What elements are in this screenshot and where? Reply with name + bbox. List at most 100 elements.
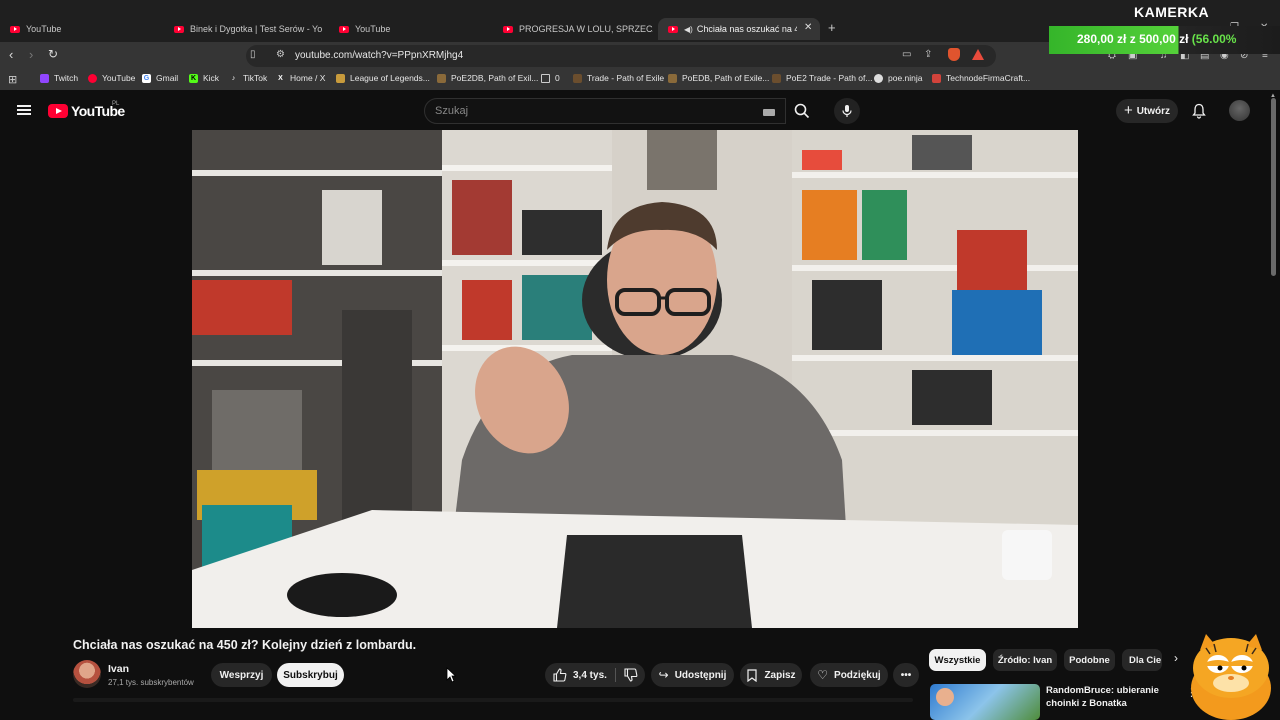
close-tab-icon[interactable]: ✕ (804, 22, 812, 33)
back-icon[interactable]: ‹ (9, 47, 13, 62)
ninja-icon (874, 73, 883, 83)
poe-icon (772, 73, 781, 83)
create-button[interactable]: + Utwórz (1116, 99, 1178, 123)
twitch-icon (40, 73, 49, 83)
support-button[interactable]: Wesprzyj (211, 663, 272, 687)
like-button[interactable]: 3,4 tys. (553, 668, 607, 682)
microphone-icon (842, 105, 852, 117)
thumbs-up-icon (553, 668, 567, 682)
bookmark-kick[interactable]: K Kick (189, 73, 219, 83)
youtube-favicon-icon (10, 25, 20, 33)
recommended-video-thumbnail[interactable] (930, 684, 1040, 720)
save-button[interactable]: Zapisz (740, 663, 802, 687)
garfield-mascot-icon (1191, 634, 1271, 720)
youtube-favicon-icon (339, 25, 349, 33)
bookmark-gmail[interactable]: G Gmail (142, 73, 178, 83)
folder-icon (541, 73, 550, 83)
like-dislike-group: 3,4 tys. (545, 663, 645, 687)
browser-tab[interactable]: PROGRESJA W LOLU, SPRZECZKI Z R (493, 18, 653, 40)
tiktok-icon: ♪ (231, 74, 236, 82)
speaker-icon[interactable]: ◀) (684, 25, 693, 34)
chip-source[interactable]: Źródło: Ivan (993, 649, 1057, 671)
keyboard-icon[interactable] (763, 109, 775, 116)
voice-search-button[interactable] (834, 98, 860, 124)
bookmark-technode[interactable]: TechnodeFirmaCraft... (932, 73, 1030, 83)
bookmark-lol[interactable]: League of Legends... (336, 73, 430, 83)
youtube-header: YouTube PL + Utwórz (0, 92, 1280, 130)
technode-icon (932, 73, 941, 83)
brave-shield-icon[interactable] (948, 48, 960, 61)
reload-icon[interactable]: ↻ (48, 47, 58, 61)
recommended-video-title[interactable]: RandomBruce: ubieranie choinki z Bonatka (1046, 684, 1176, 710)
bookmark-twitch[interactable]: Twitch (40, 73, 78, 83)
more-actions-button[interactable]: ••• (893, 663, 919, 687)
apps-grid-icon[interactable]: ⊞ (8, 73, 17, 86)
thumbs-down-icon (624, 668, 638, 682)
video-player[interactable] (192, 130, 1078, 628)
search-icon (794, 103, 810, 119)
hamburger-menu-icon[interactable] (17, 105, 31, 115)
new-tab-icon[interactable]: + (828, 20, 836, 35)
mouse-cursor-icon (446, 667, 456, 683)
browser-tab-active[interactable]: ◀) Chciała nas oszukać na 450 zł (658, 18, 820, 40)
chevron-right-icon[interactable]: › (1174, 651, 1178, 665)
youtube-logo[interactable]: YouTube PL (48, 101, 125, 119)
channel-name[interactable]: Ivan (108, 663, 129, 675)
page-scrollbar[interactable] (1271, 98, 1276, 276)
bookmark-poe2-trade[interactable]: PoE2 Trade - Path of... (772, 73, 872, 83)
chip-for-you[interactable]: Dla Cie (1122, 649, 1162, 671)
video-frame (192, 130, 1078, 628)
dislike-button[interactable] (624, 668, 638, 682)
save-bookmark-icon (747, 668, 758, 682)
camera-label: KAMERKA (1134, 4, 1210, 20)
youtube-play-icon (48, 104, 68, 118)
chip-all[interactable]: Wszystkie (929, 649, 986, 671)
bookmark-poe2db[interactable]: PoE2DB, Path of Exil... (437, 73, 538, 83)
account-avatar[interactable] (1229, 100, 1250, 121)
x-icon: X (278, 74, 283, 82)
poedb-icon (668, 73, 677, 83)
donation-goal-text: 280,00 zł z 500,00 zł (56.00% (1077, 32, 1237, 46)
more-horizontal-icon: ••• (900, 669, 912, 681)
bookmark-poe-ninja[interactable]: poe.ninja (874, 73, 923, 83)
share-page-icon[interactable]: ⇪ (924, 49, 932, 60)
poe-icon (573, 73, 582, 83)
forward-icon[interactable]: › (29, 47, 33, 62)
google-icon: G (142, 73, 151, 83)
poedb-icon (437, 73, 446, 83)
youtube-favicon-icon (668, 25, 678, 33)
bookmark-folder[interactable]: 0 (541, 73, 560, 83)
bookmark-poe-trade[interactable]: Trade - Path of Exile (573, 73, 664, 83)
bookmark-x[interactable]: X Home / X (276, 73, 325, 83)
rewards-icon[interactable] (972, 49, 984, 60)
share-icon: ↪ (658, 668, 669, 682)
share-button[interactable]: ↪ Udostępnij (651, 663, 734, 687)
thanks-button[interactable]: ♡ Podziękuj (810, 663, 888, 687)
bookmark-poedb[interactable]: PoEDB, Path of Exile... (668, 73, 769, 83)
thanks-heart-icon: ♡ (817, 668, 829, 682)
address-bar[interactable]: ▯ ⚙ youtube.com/watch?v=PPpnXRMjhg4 ▭ ⇪ … (246, 45, 996, 67)
kick-icon: K (189, 73, 198, 83)
channel-avatar[interactable] (73, 660, 101, 688)
video-title: Chciała nas oszukać na 450 zł? Kolejny d… (73, 638, 417, 652)
browser-tab[interactable]: Binek i Dygotka | Test Serów - YouTu (164, 18, 322, 40)
install-icon[interactable]: ▭ (902, 49, 911, 60)
youtube-favicon-icon (503, 25, 513, 33)
search-input[interactable] (435, 105, 735, 117)
chip-related[interactable]: Podobne (1064, 649, 1115, 671)
bookmark-tiktok[interactable]: ♪ TikTok (229, 73, 268, 83)
bookmark-icon[interactable]: ▯ (250, 49, 256, 60)
browser-tab[interactable]: YouTube (329, 18, 489, 40)
site-info-icon[interactable]: ⚙ (276, 49, 285, 60)
youtube-favicon-icon (174, 25, 184, 33)
bookmark-youtube[interactable]: YouTube (88, 73, 135, 83)
search-button[interactable] (786, 98, 818, 124)
plus-icon: + (1123, 102, 1133, 119)
youtube-icon (88, 73, 97, 83)
browser-tab[interactable]: YouTube (0, 18, 170, 40)
url-text[interactable]: youtube.com/watch?v=PPpnXRMjhg4 (295, 50, 463, 61)
notifications-bell-icon[interactable] (1192, 103, 1206, 124)
lol-icon (336, 73, 345, 83)
search-box (424, 98, 786, 124)
subscribe-button[interactable]: Subskrybuj (277, 663, 344, 687)
